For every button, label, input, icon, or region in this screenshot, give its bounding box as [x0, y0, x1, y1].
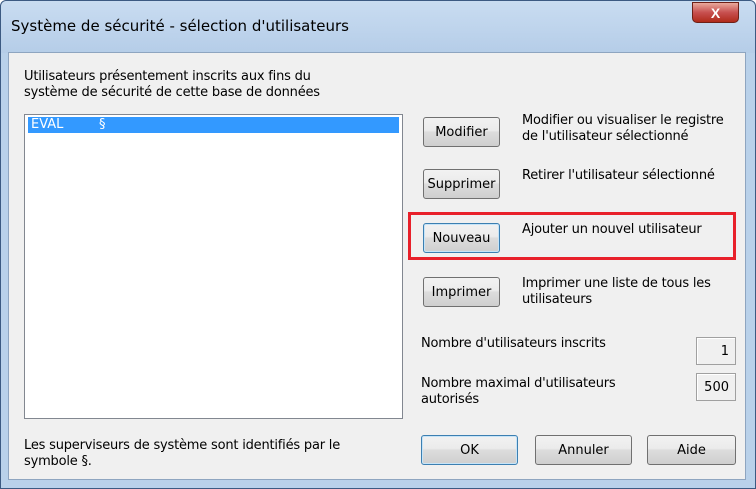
cancel-button-label: Annuler	[558, 442, 609, 458]
close-button[interactable]: X	[692, 2, 739, 23]
help-button-label: Aide	[677, 442, 706, 458]
list-item[interactable]: EVAL §	[28, 117, 399, 133]
supervisor-marker: §	[99, 117, 106, 132]
new-user-button-label: Nouveau	[432, 230, 491, 246]
intro-text-line-2: système de sécurité de cette base de don…	[24, 85, 320, 100]
intro-text-line-1: Utilisateurs présentement inscrits aux f…	[24, 69, 311, 84]
print-button-label: Imprimer	[431, 284, 492, 300]
user-name: EVAL	[31, 117, 64, 132]
new-user-description: Ajouter un nouvel utilisateur	[522, 222, 702, 237]
registered-users-label: Nombre d'utilisateurs inscrits	[421, 336, 606, 351]
title-bar[interactable]: Système de sécurité - sélection d'utilis…	[1, 1, 755, 53]
print-description-line-2: utilisateurs	[522, 292, 592, 307]
modify-description-line-2: de l'utilisateur sélectionné	[522, 129, 689, 144]
delete-description: Retirer l'utilisateur sélectionné	[522, 168, 715, 183]
ok-button-label: OK	[460, 442, 479, 458]
help-button[interactable]: Aide	[647, 435, 736, 465]
close-icon: X	[710, 5, 721, 21]
print-description-line-1: Imprimer une liste de tous les	[522, 276, 711, 291]
max-users-count: 500	[696, 373, 736, 401]
cancel-button[interactable]: Annuler	[535, 435, 632, 465]
delete-button-label: Supprimer	[427, 176, 496, 192]
print-button[interactable]: Imprimer	[423, 277, 500, 307]
max-users-label-line-1: Nombre maximal d'utilisateurs	[421, 376, 616, 391]
footer-note-line-1: Les superviseurs de système sont identif…	[24, 438, 341, 453]
modify-button-label: Modifier	[435, 124, 488, 140]
footer-note-line-2: symbole §.	[24, 454, 92, 469]
new-user-button[interactable]: Nouveau	[423, 223, 500, 253]
max-users-label-line-2: autorisés	[421, 392, 479, 407]
user-list[interactable]: EVAL §	[24, 114, 403, 419]
window-title: Système de sécurité - sélection d'utilis…	[11, 17, 349, 35]
max-users-value: 500	[704, 379, 729, 395]
ok-button[interactable]: OK	[421, 435, 518, 465]
delete-button[interactable]: Supprimer	[423, 169, 500, 199]
registered-users-count: 1	[696, 337, 736, 365]
modify-description-line-1: Modifier ou visualiser le registre	[522, 113, 724, 128]
modify-button[interactable]: Modifier	[423, 117, 500, 147]
registered-users-value: 1	[720, 343, 729, 359]
